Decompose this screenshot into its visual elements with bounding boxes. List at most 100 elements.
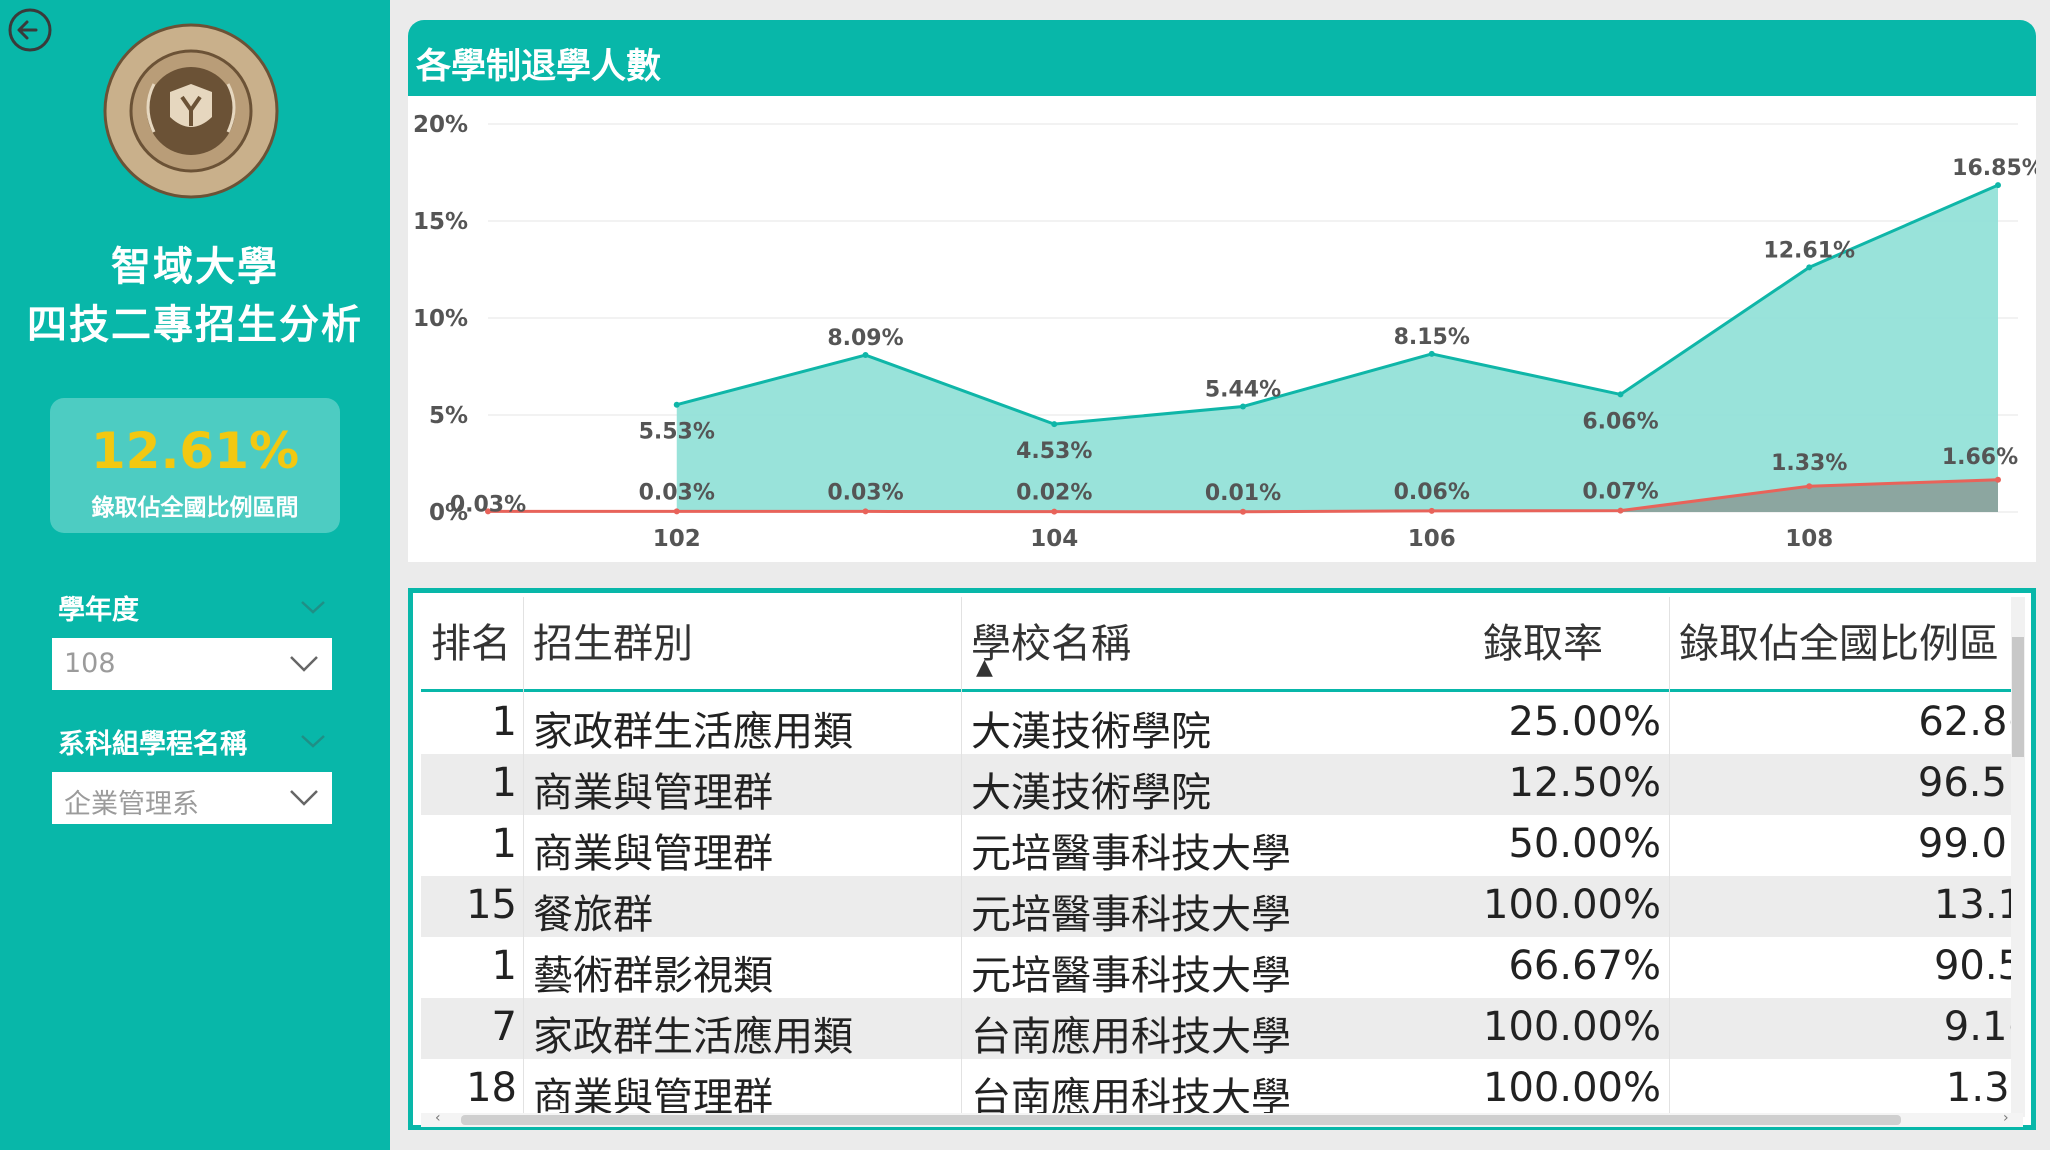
data-label: 5.44% (1205, 377, 1281, 402)
filter-label-department: 系科組學程名稱 (58, 729, 247, 760)
cell-school: 元培醫事科技大學 (971, 892, 1291, 938)
cell-school: 台南應用科技大學 (971, 1075, 1291, 1117)
table-row[interactable]: 1 藝術群影視類 元培醫事科技大學 66.67% 90.5 (421, 937, 2023, 999)
cell-rank: 1 (491, 760, 517, 806)
data-label: 1.33% (1771, 451, 1847, 476)
column-divider (523, 597, 524, 1117)
cell-group: 餐旅群 (533, 892, 653, 938)
department-dropdown[interactable]: 企業管理系 (52, 772, 332, 824)
data-label: 8.09% (827, 326, 903, 351)
chevron-down-icon[interactable] (298, 597, 328, 617)
horizontal-scrollbar-thumb[interactable] (461, 1115, 1901, 1125)
sidebar: 智域大學 四技二專招生分析 12.61% 錄取佔全國比例區間 學年度 108 系… (0, 0, 390, 1150)
university-logo (103, 23, 279, 199)
header-school[interactable]: 學校名稱 (971, 611, 1131, 669)
cell-rank: 7 (491, 1004, 517, 1050)
table-row[interactable]: 1 家政群生活應用類 大漢技術學院 25.00% 62.8( (421, 693, 2023, 755)
data-point (862, 508, 869, 515)
data-point (673, 508, 680, 515)
chevron-down-icon[interactable] (298, 731, 328, 751)
data-label: 5.53% (639, 420, 715, 445)
cell-admission-rate: 100.00% (1483, 1004, 1661, 1050)
cell-admission-rate: 50.00% (1508, 821, 1661, 867)
cell-admission-rate: 25.00% (1508, 699, 1661, 745)
data-point (673, 401, 680, 408)
data-point (1617, 507, 1624, 514)
data-point (1428, 507, 1435, 514)
scroll-right-icon[interactable]: › (2003, 1110, 2009, 1126)
cell-group: 商業與管理群 (533, 770, 773, 816)
data-label: 16.85% (1952, 156, 2036, 181)
data-label: 0.03% (827, 480, 903, 505)
data-label: 4.53% (1016, 439, 1092, 464)
kpi-value: 12.61% (90, 422, 300, 480)
table-row[interactable]: 18 商業與管理群 台南應用科技大學 100.00% 1.3: (421, 1059, 2023, 1117)
cell-rank: 1 (491, 943, 517, 989)
table-row[interactable]: 15 餐旅群 元培醫事科技大學 100.00% 13.1 (421, 876, 2023, 938)
filter-label-year: 學年度 (58, 595, 139, 626)
cell-admission-rate: 66.67% (1508, 943, 1661, 989)
chart-panel: 各學制退學人數 20% 15% 10% 5% 0% 102 104 106 108 5.53% 8.… (408, 20, 2036, 562)
y-tick-label: 15% (413, 209, 468, 235)
kpi-card: 12.61% 錄取佔全國比例區間 (50, 398, 340, 533)
data-point (1051, 421, 1058, 428)
data-label: 0.02% (1016, 481, 1092, 506)
table-row[interactable]: 7 家政群生活應用類 台南應用科技大學 100.00% 9.1( (421, 998, 2023, 1060)
data-label: 1.66% (1942, 445, 2018, 470)
data-point (1240, 508, 1246, 515)
cell-national-ratio: 13.1 (1933, 882, 2023, 928)
header-group[interactable]: 招生群別 (533, 611, 693, 669)
cell-national-ratio: 96.5! (1917, 760, 2023, 806)
y-tick-label: 10% (413, 306, 468, 332)
kpi-label: 錄取佔全國比例區間 (91, 495, 299, 521)
data-point (862, 352, 869, 359)
cell-school: 元培醫事科技大學 (971, 831, 1291, 877)
sort-ascending-icon[interactable]: ▲ (976, 655, 993, 680)
cell-group: 藝術群影視類 (533, 953, 773, 999)
x-tick-label: 102 (653, 526, 701, 552)
header-admission-rate[interactable]: 錄取率 (1483, 611, 1603, 669)
cell-national-ratio: 99.0! (1917, 821, 2023, 867)
horizontal-scrollbar[interactable]: ‹ › (421, 1110, 2023, 1127)
title-line-1: 智域大學 (111, 244, 279, 290)
y-tick-label: 20% (413, 112, 468, 138)
data-label: 0.03% (450, 492, 526, 517)
cell-school: 台南應用科技大學 (971, 1014, 1291, 1060)
header-rank[interactable]: 排名 (431, 611, 511, 669)
column-divider (1669, 597, 1670, 1117)
cell-rank: 18 (466, 1065, 517, 1111)
cell-school: 大漢技術學院 (971, 770, 1211, 816)
data-point (1806, 264, 1813, 271)
data-point (1995, 182, 2001, 189)
back-arrow-icon[interactable] (6, 6, 54, 54)
vertical-scrollbar-thumb[interactable] (2012, 637, 2024, 757)
table-row[interactable]: 1 商業與管理群 元培醫事科技大學 50.00% 99.0! (421, 815, 2023, 877)
column-divider (961, 597, 962, 1117)
area-chart: 20%15%10%5%0%102 104 106 1085.53%8.09%4.53%… (413, 112, 2036, 552)
x-tick-label: 108 (1785, 526, 1833, 552)
data-label: 0.07% (1582, 480, 1658, 505)
cell-admission-rate: 100.00% (1483, 882, 1661, 928)
cell-rank: 15 (466, 882, 517, 928)
year-dropdown[interactable]: 108 (52, 638, 332, 690)
header-national-ratio[interactable]: 錄取佔全國比例區 (1679, 611, 1999, 669)
data-point (1051, 508, 1058, 515)
data-point (1240, 403, 1246, 410)
chevron-down-icon (290, 790, 318, 806)
data-label: 0.06% (1394, 480, 1470, 505)
table-panel: 排名 招生群別 學校名稱 ▲ 錄取率 錄取佔全國比例區 1 家政群生活應用類 大漢技… (408, 588, 2036, 1130)
data-label: 0.01% (1205, 481, 1281, 506)
cell-group: 家政群生活應用類 (533, 1014, 853, 1060)
title-line-2: 四技二專招生分析 (27, 302, 363, 348)
cell-school: 元培醫事科技大學 (971, 953, 1291, 999)
table-row[interactable]: 1 商業與管理群 大漢技術學院 12.50% 96.5! (421, 754, 2023, 816)
scroll-left-icon[interactable]: ‹ (435, 1110, 441, 1126)
data-label: 6.06% (1582, 409, 1658, 434)
data-table[interactable]: 排名 招生群別 學校名稱 ▲ 錄取率 錄取佔全國比例區 1 家政群生活應用類 大漢技… (421, 597, 2023, 1117)
year-dropdown-value: 108 (64, 648, 116, 679)
x-tick-label: 104 (1030, 526, 1078, 552)
cell-rank: 1 (491, 699, 517, 745)
cell-group: 商業與管理群 (533, 831, 773, 877)
cell-school: 大漢技術學院 (971, 709, 1211, 755)
data-point (1995, 476, 2001, 483)
